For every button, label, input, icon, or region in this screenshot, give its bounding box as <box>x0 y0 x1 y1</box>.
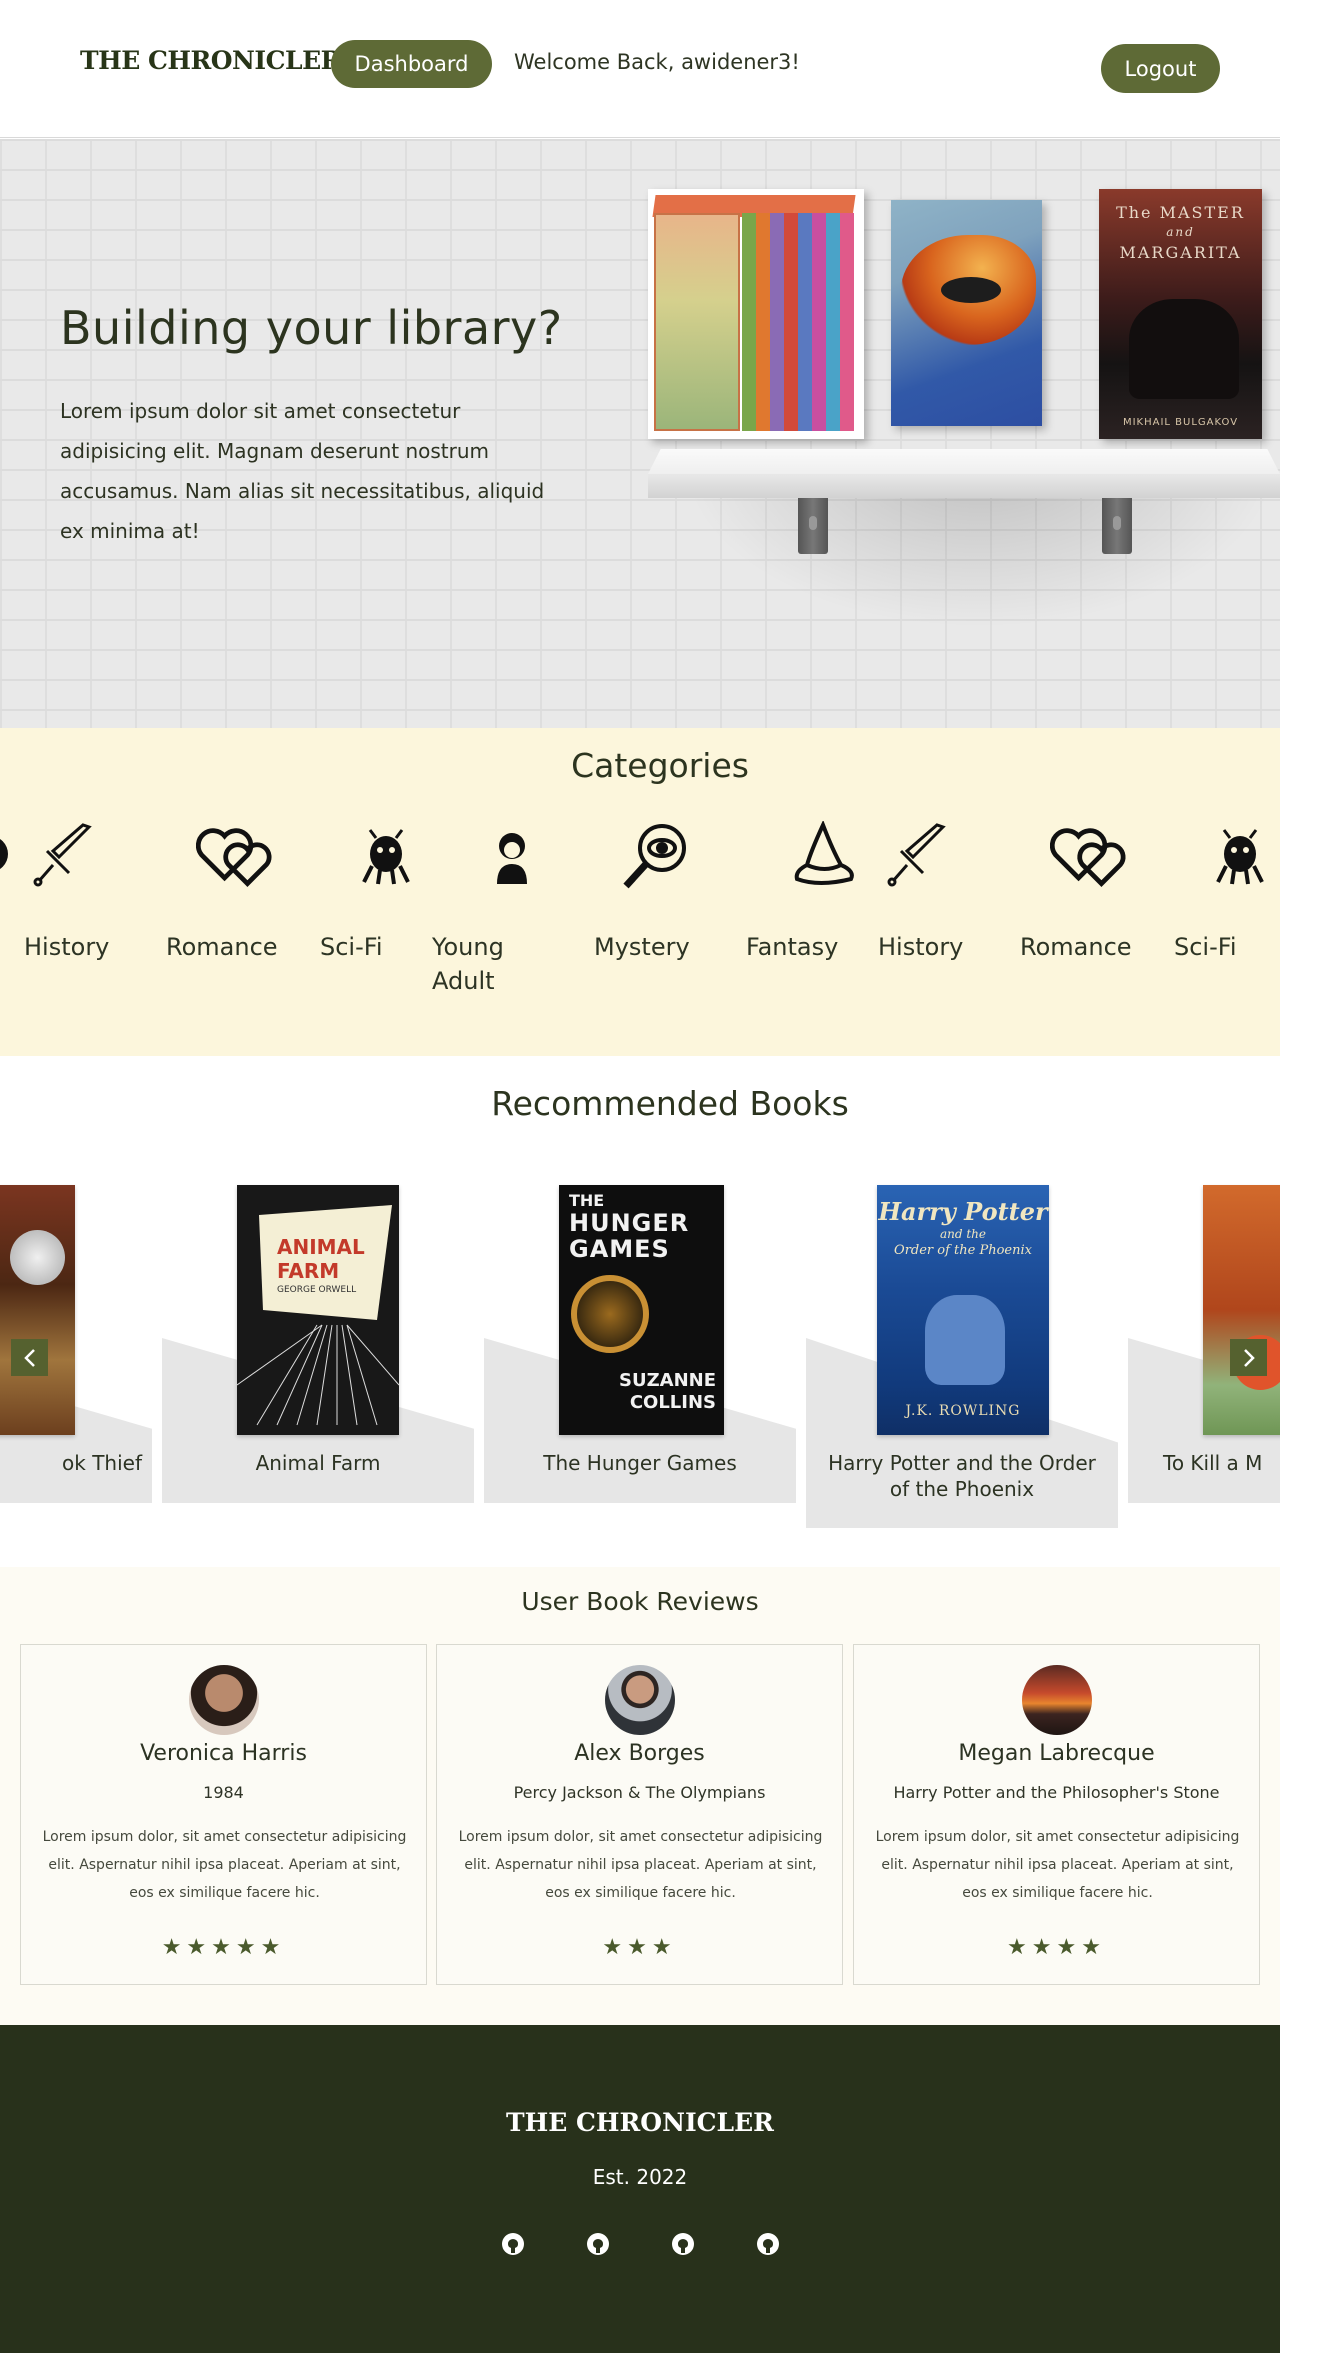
github-icon[interactable] <box>502 2233 524 2255</box>
logout-button[interactable]: Logout <box>1101 44 1220 93</box>
footer-brand: THE CHRONICLER <box>506 2108 774 2137</box>
avatar <box>1021 1665 1092 1735</box>
page-margin <box>1280 0 1340 2353</box>
site-footer: THE CHRONICLER Est. 2022 <box>0 2025 1280 2353</box>
category-label: Sci-Fi <box>320 933 383 961</box>
reviews-title: User Book Reviews <box>521 1587 759 1616</box>
reviewer-name: Veronica Harris <box>140 1741 307 1766</box>
category-label: Fantasy <box>746 933 839 961</box>
teen-icon <box>472 820 552 892</box>
categories-title: Categories <box>571 746 749 785</box>
review-card: Veronica Harris 1984 Lorem ipsum dolor, … <box>20 1644 427 1985</box>
book-cover: Harry Potter and the Order of the Phoeni… <box>877 1185 1049 1435</box>
shelf-top <box>648 449 1280 474</box>
book-card-animal-farm[interactable]: ANIMAL FARM GEORGE ORWELL Animal Farm <box>162 1170 474 1503</box>
shelf-front <box>648 474 1280 498</box>
category-label: Sci-Fi <box>1174 933 1237 961</box>
chevron-right-icon[interactable] <box>1230 1339 1267 1376</box>
shelf-bracket <box>798 498 828 554</box>
hero-banner: Building your library? Lorem ipsum dolor… <box>0 139 1280 728</box>
reviewed-book: 1984 <box>203 1783 244 1802</box>
hero-title: Building your library? <box>60 301 563 355</box>
category-label: Mystery <box>594 933 690 961</box>
review-text: Lorem ipsum dolor, sit amet consectetur … <box>42 1829 407 1901</box>
review-text: Lorem ipsum dolor, sit amet consectetur … <box>875 1829 1240 1901</box>
star-rating: ★★★★ <box>1007 1935 1106 1960</box>
sword-icon <box>878 820 958 892</box>
book-master-margarita: The MASTER and MARGARITA MIKHAIL BULGAKO… <box>1099 189 1262 439</box>
review-text: Lorem ipsum dolor, sit amet consectetur … <box>458 1829 823 1901</box>
categories-section: Categories History Romance Sci-Fi Young … <box>0 728 1280 1056</box>
github-icon[interactable] <box>587 2233 609 2255</box>
book-title: ok Thief <box>62 1451 142 1475</box>
book-cover <box>0 1185 75 1435</box>
alien-icon <box>346 820 426 892</box>
star-rating: ★★★ <box>602 1935 677 1960</box>
category-label: Romance <box>166 933 278 961</box>
github-icon[interactable] <box>672 2233 694 2255</box>
book-box-set <box>648 189 864 439</box>
shelf-bracket <box>1102 498 1132 554</box>
book-bird-cover <box>891 200 1042 426</box>
reviewed-book: Harry Potter and the Philosopher's Stone <box>893 1783 1220 1802</box>
recommended-title: Recommended Books <box>491 1084 849 1123</box>
dashboard-button[interactable]: Dashboard <box>331 40 492 88</box>
reviewed-book: Percy Jackson & The Olympians <box>513 1783 766 1802</box>
brand-logo[interactable]: THE CHRONICLER <box>80 46 341 75</box>
book-cover <box>1203 1185 1280 1435</box>
wizard-hat-icon <box>784 820 864 892</box>
book-cover: THE HUNGER GAMES SUZANNE COLLINS <box>559 1185 724 1435</box>
magnifier-eye-icon <box>616 820 696 892</box>
reviews-section: User Book Reviews Veronica Harris 1984 L… <box>0 1567 1280 2025</box>
reviewer-name: Megan Labrecque <box>958 1741 1155 1766</box>
book-card-hunger-games[interactable]: THE HUNGER GAMES SUZANNE COLLINS The Hun… <box>484 1170 796 1503</box>
reviewer-name: Alex Borges <box>574 1741 705 1766</box>
book-cover: ANIMAL FARM GEORGE ORWELL <box>237 1185 399 1435</box>
avatar <box>188 1665 259 1735</box>
site-header: THE CHRONICLER Dashboard Welcome Back, a… <box>0 0 1280 138</box>
alien-icon <box>1200 820 1280 892</box>
footer-established: Est. 2022 <box>592 2165 688 2189</box>
book-title: The Hunger Games <box>543 1451 737 1475</box>
hero-text: Lorem ipsum dolor sit amet consectetur a… <box>60 399 545 543</box>
recommended-carousel: ok Thief ANIMAL FARM GEORGE ORWELL Anima… <box>0 1170 1280 1540</box>
book-title: Harry Potter and the Order of the Phoeni… <box>828 1451 1096 1501</box>
book-card-harry-potter-order[interactable]: Harry Potter and the Order of the Phoeni… <box>806 1170 1118 1528</box>
hearts-icon <box>196 820 276 892</box>
hearts-icon <box>1050 820 1130 892</box>
category-label: Young Adult <box>432 933 504 995</box>
sword-icon <box>24 820 104 892</box>
star-rating: ★★★★★ <box>161 1935 286 1960</box>
book-card-book-thief[interactable]: ok Thief <box>0 1170 152 1503</box>
avatar <box>604 1665 675 1735</box>
github-icon[interactable] <box>757 2233 779 2255</box>
book-title: Animal Farm <box>255 1451 381 1475</box>
review-card: Megan Labrecque Harry Potter and the Phi… <box>853 1644 1260 1985</box>
book-title: To Kill a M <box>1163 1451 1263 1475</box>
category-label: History <box>24 933 110 961</box>
review-card: Alex Borges Percy Jackson & The Olympian… <box>436 1644 843 1985</box>
category-label: History <box>878 933 964 961</box>
category-label: Romance <box>1020 933 1132 961</box>
chevron-left-icon[interactable] <box>11 1339 48 1376</box>
book-card-to-kill-a-mockingbird[interactable]: To Kill a M <box>1128 1170 1280 1503</box>
welcome-message: Welcome Back, awidener3! <box>514 50 800 74</box>
